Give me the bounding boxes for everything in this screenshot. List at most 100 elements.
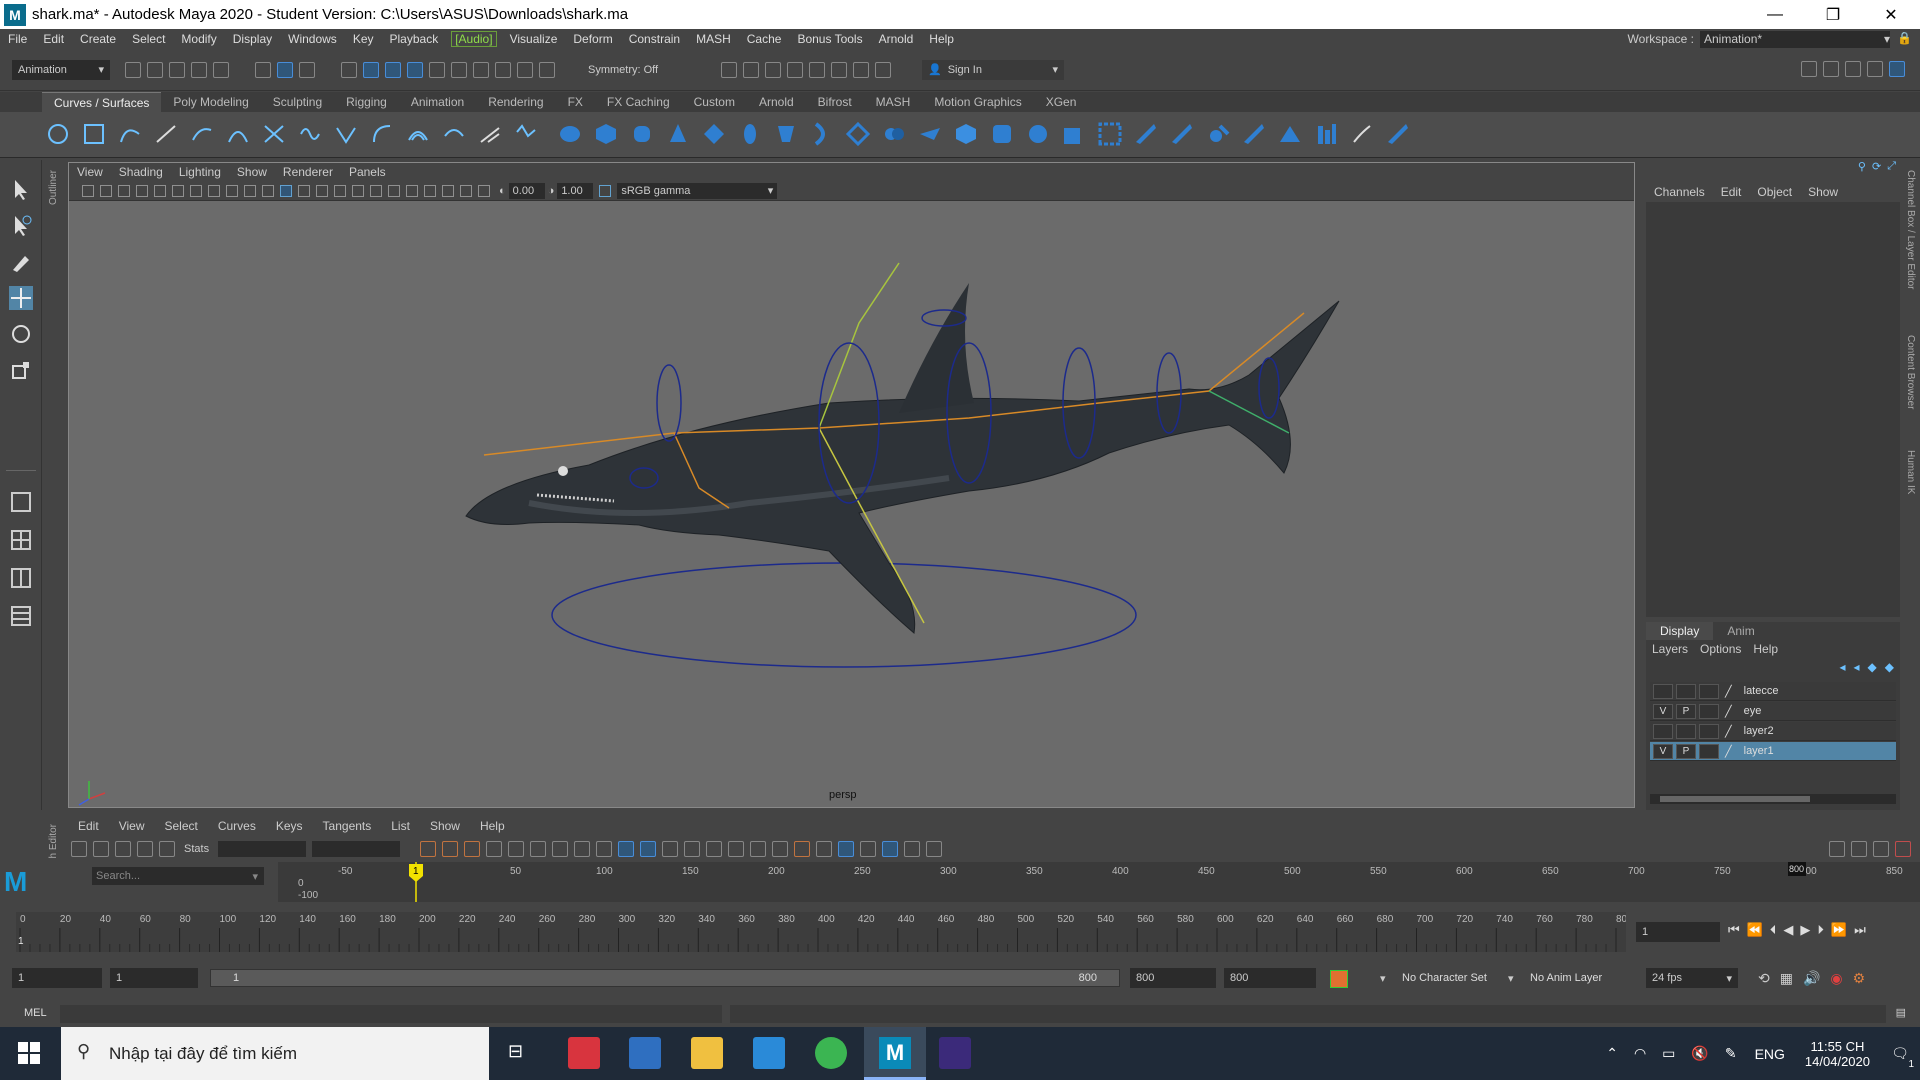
frame-all-icon[interactable]	[420, 841, 437, 857]
new-scene-icon[interactable]	[125, 61, 141, 78]
nurbs-circle-icon[interactable]	[46, 122, 70, 146]
tray-chevron-up-icon[interactable]: ⌃	[1606, 1045, 1618, 1062]
sign-in-dropdown[interactable]: 👤 Sign In ▾	[922, 59, 1064, 80]
move-layer-up-icon[interactable]: ◂	[1839, 660, 1845, 674]
modeling-toolkit-icon[interactable]	[1801, 61, 1817, 77]
help-icon[interactable]	[495, 61, 511, 78]
root-control-curve[interactable]	[551, 562, 1137, 668]
stats-field-1[interactable]	[218, 841, 307, 857]
refresh-icon[interactable]: ⟳	[1872, 160, 1881, 173]
motion-blur-icon[interactable]	[388, 184, 400, 197]
color-space-dropdown[interactable]: sRGB gamma ▾	[617, 182, 778, 199]
new-layer-selected-icon[interactable]: ◆	[1885, 660, 1894, 674]
layer-row[interactable]: V P ╱ layer1	[1650, 742, 1896, 761]
reverse-curve-icon[interactable]	[442, 122, 466, 146]
shelf-tab-custom[interactable]: Custom	[682, 92, 747, 112]
free-tangent-weight-icon[interactable]	[706, 841, 723, 857]
insert-knot-icon[interactable]	[334, 122, 358, 146]
play-forwards-icon[interactable]: ▶	[1800, 922, 1810, 938]
render-current-icon[interactable]	[721, 61, 737, 78]
shelf-tab-animation[interactable]: Animation	[399, 92, 476, 112]
pen-icon[interactable]: ✎	[1725, 1045, 1737, 1062]
two-view-layout-icon[interactable]	[9, 566, 33, 590]
viewport-menu-view[interactable]: View	[69, 165, 111, 179]
mail-icon[interactable]	[753, 1037, 785, 1069]
spline-tangent-icon[interactable]	[508, 841, 525, 857]
select-component-icon[interactable]	[299, 61, 315, 78]
battery-icon[interactable]: ▭	[1662, 1045, 1675, 1062]
render-setup-icon[interactable]	[831, 61, 847, 78]
highlight-icon[interactable]	[539, 61, 555, 78]
shelf-tab-rigging[interactable]: Rigging	[334, 92, 399, 112]
shelf-tab-bifrost[interactable]: Bifrost	[806, 92, 864, 112]
attach-curves-icon[interactable]	[262, 122, 286, 146]
lattice-deform-icon[interactable]	[115, 841, 131, 857]
fps-dropdown[interactable]: 24 fps ▾	[1646, 968, 1738, 988]
layer-visibility-toggle[interactable]: V	[1653, 743, 1673, 759]
layer-type-toggle[interactable]	[1699, 743, 1719, 759]
auto-load-icon[interactable]	[750, 841, 767, 857]
new-layer-icon[interactable]: ◆	[1868, 660, 1877, 674]
layer-playback-toggle[interactable]: P	[1676, 703, 1696, 719]
outliner-strip[interactable]: Outliner	[42, 160, 68, 810]
save-scene-icon[interactable]	[169, 61, 185, 78]
menu-cache[interactable]: Cache	[739, 32, 790, 46]
region-tool-icon[interactable]	[137, 841, 153, 857]
scene-end-field[interactable]: 800	[1224, 968, 1316, 988]
revolve-icon[interactable]	[774, 122, 798, 146]
store-icon[interactable]	[629, 1037, 661, 1069]
stats-field-2[interactable]	[312, 841, 401, 857]
xray-joints-icon[interactable]	[460, 184, 472, 197]
snap-surface-icon[interactable]	[429, 61, 445, 78]
lock-icon[interactable]: 🔒	[1897, 31, 1912, 45]
detach-curves-icon[interactable]	[298, 122, 322, 146]
lasso-tool-icon[interactable]	[9, 214, 33, 238]
light-editor-icon[interactable]	[853, 61, 869, 78]
playback-end-field[interactable]: 800	[1130, 968, 1216, 988]
select-tool-icon[interactable]	[9, 178, 33, 202]
unify-tangent-icon[interactable]	[684, 841, 701, 857]
show-infinity-icon[interactable]	[816, 841, 833, 857]
layer-type-toggle[interactable]	[1699, 683, 1719, 699]
notification-center[interactable]: 🗨 1	[1880, 1027, 1920, 1080]
restore-button[interactable]: ❐	[1804, 0, 1862, 29]
shelf-tab-sculpting[interactable]: Sculpting	[261, 92, 334, 112]
smooth-shade-icon[interactable]	[280, 184, 292, 197]
layer-type-toggle[interactable]	[1699, 723, 1719, 739]
wireframe-icon[interactable]	[262, 184, 274, 197]
menu-display[interactable]: Display	[225, 32, 280, 46]
step-back-frame-icon[interactable]: ⏴	[1770, 922, 1777, 938]
menu-key[interactable]: Key	[345, 32, 382, 46]
shelf-tab-curves-surfaces[interactable]: Curves / Surfaces	[42, 92, 162, 112]
pin-icon[interactable]: ⚲	[1858, 160, 1866, 173]
arc-icon[interactable]	[226, 122, 250, 146]
tab-anim[interactable]: Anim	[1713, 622, 1768, 640]
channel-box-menu-channels[interactable]: Channels	[1646, 185, 1713, 199]
textured-icon[interactable]	[316, 184, 328, 197]
mel-label[interactable]: MEL	[24, 1007, 47, 1019]
insert-keys-icon[interactable]	[93, 841, 109, 857]
boundary-icon[interactable]	[990, 122, 1014, 146]
audio-icon[interactable]: 🔊	[1803, 970, 1820, 987]
euler-filter-icon[interactable]	[926, 841, 943, 857]
lock-tangent-weight-icon[interactable]	[728, 841, 745, 857]
viewport-menu-renderer[interactable]: Renderer	[275, 165, 341, 179]
step-tangent-icon[interactable]	[596, 841, 613, 857]
rebuild-curve-icon[interactable]	[478, 122, 502, 146]
play-backwards-icon[interactable]: ◀	[1783, 922, 1793, 938]
render-settings-icon[interactable]	[787, 61, 803, 78]
camera-attributes-icon[interactable]	[100, 184, 112, 197]
menu-playback[interactable]: Playback	[382, 32, 447, 46]
character-controls-icon[interactable]	[1823, 61, 1839, 77]
default-material-icon[interactable]	[298, 184, 310, 197]
four-view-layout-icon[interactable]	[9, 528, 33, 552]
graph-menu-select[interactable]: Select	[154, 819, 207, 833]
shelf-tab-arnold[interactable]: Arnold	[747, 92, 806, 112]
channel-box-menu-show[interactable]: Show	[1800, 185, 1846, 199]
tool-settings-icon[interactable]	[1867, 61, 1883, 77]
camera-select-icon[interactable]	[82, 184, 94, 197]
layer-menu-layers[interactable]: Layers	[1646, 642, 1694, 658]
channel-box-menu-object[interactable]: Object	[1749, 185, 1800, 199]
go-to-start-icon[interactable]: ⏮	[1728, 922, 1740, 938]
field-chart-icon[interactable]	[226, 184, 238, 197]
